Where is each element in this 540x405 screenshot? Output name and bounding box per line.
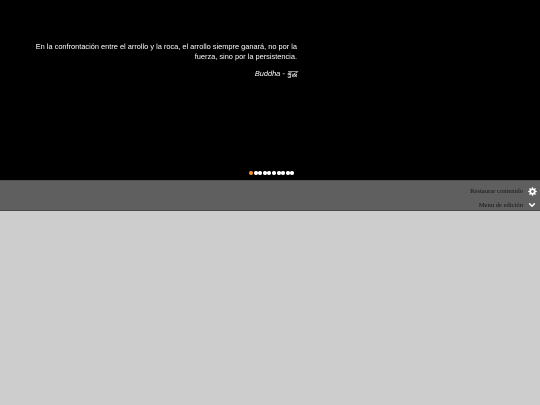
restore-content-label: Restaurar contenido (470, 187, 523, 195)
slide-dot-3[interactable] (258, 171, 263, 175)
slide-dot-5[interactable] (267, 171, 272, 175)
quote-block: En la confrontación entre el arrollo y l… (24, 42, 297, 79)
quote-author: Buddha - बुद्ध (254, 69, 297, 78)
edit-menu-label: Menu de edición (478, 201, 523, 209)
gear-icon (527, 186, 537, 196)
edit-menu-button[interactable]: Menu de edición (479, 199, 537, 211)
slide-dot-6[interactable] (271, 171, 276, 175)
slide-dot-2[interactable] (253, 171, 258, 175)
chevron-down-icon (527, 200, 537, 210)
content-area (0, 211, 540, 405)
slide-dot-9[interactable] (285, 171, 290, 175)
quote-slideshow: En la confrontación entre el arrollo y l… (0, 0, 540, 180)
slide-dot-10[interactable] (290, 171, 295, 175)
quote-text: En la confrontación entre el arrollo y l… (35, 42, 297, 61)
edit-toolbar: Restaurar contenido Menu de edición (0, 180, 540, 211)
slide-dot-1[interactable] (249, 171, 253, 175)
restore-content-button[interactable]: Restaurar contenido (470, 185, 537, 197)
slide-dot-7[interactable] (276, 171, 281, 175)
slide-pagination (249, 171, 295, 177)
slide-dot-4[interactable] (262, 171, 267, 175)
slide-dot-8[interactable] (281, 171, 286, 175)
